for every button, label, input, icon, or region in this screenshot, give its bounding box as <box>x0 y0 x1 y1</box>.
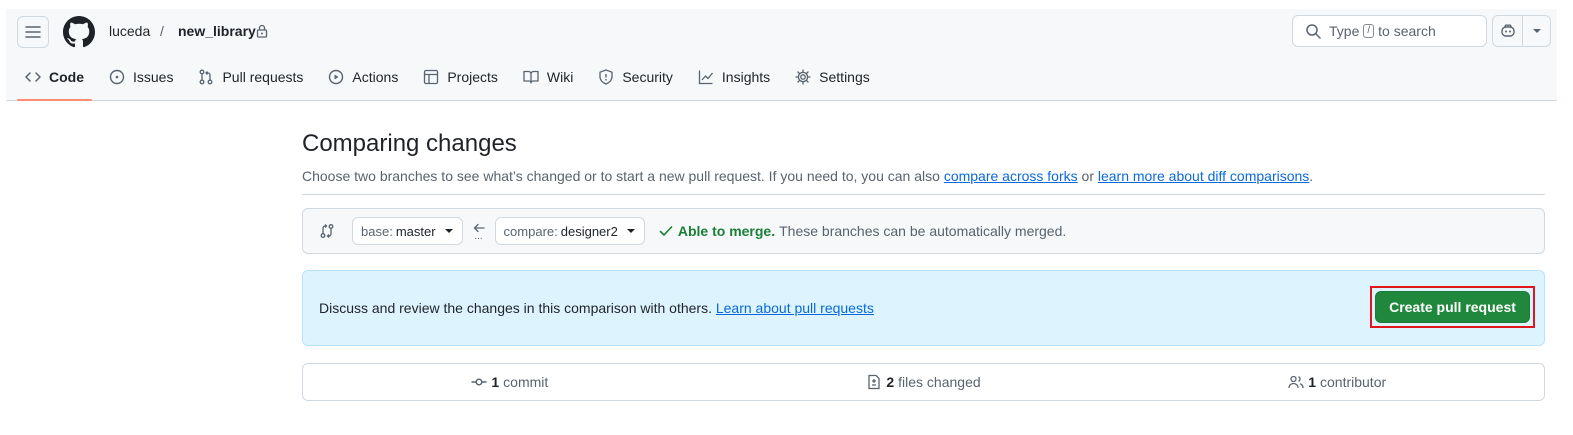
breadcrumb-owner[interactable]: luceda <box>109 23 150 39</box>
tab-issues-label: Issues <box>133 69 174 85</box>
breadcrumb-repo[interactable]: new_library <box>178 23 256 39</box>
hamburger-icon <box>25 26 41 38</box>
page-title: Comparing changes <box>302 130 517 157</box>
git-commit-icon <box>471 378 488 386</box>
files-count: 2 <box>886 374 895 390</box>
people-icon <box>1288 375 1304 389</box>
tab-insights[interactable]: Insights <box>690 60 778 94</box>
subtitle-end: . <box>1309 168 1314 184</box>
table-icon <box>424 69 439 85</box>
search-input[interactable]: Type / to search <box>1292 15 1487 47</box>
comparison-stats: 1 commit 2 files changed 1 contributor <box>302 363 1545 401</box>
git-compare-icon <box>320 224 334 238</box>
tab-settings-label: Settings <box>819 69 870 85</box>
repo-header: luceda / new_library Type / to search Co… <box>6 9 1557 101</box>
triangle-down-icon <box>444 229 453 233</box>
copilot-dropdown[interactable] <box>1523 16 1550 46</box>
page-subtitle: Choose two branches to see what’s change… <box>302 166 1545 195</box>
repo-nav-tabs: Code Issues Pull requests Actions Projec… <box>17 60 887 101</box>
compare-direction-icon: ... <box>463 222 495 242</box>
info-text: Discuss and review the changes in this c… <box>319 300 712 316</box>
files-label: files changed <box>898 374 981 390</box>
tab-issues[interactable]: Issues <box>101 60 181 94</box>
lock-icon <box>256 24 268 38</box>
subtitle-or: or <box>1081 168 1094 184</box>
issue-opened-icon <box>109 69 125 85</box>
tab-code-label: Code <box>49 69 84 85</box>
shield-icon <box>599 69 613 85</box>
search-icon <box>1306 24 1321 39</box>
triangle-down-icon <box>1532 29 1541 33</box>
tab-insights-label: Insights <box>721 69 771 85</box>
merge-status: Able to merge. These branches can be aut… <box>659 223 1066 239</box>
stat-files-changed[interactable]: 2 files changed <box>717 374 1131 390</box>
graph-icon <box>698 70 713 85</box>
git-pull-request-icon <box>200 69 213 85</box>
contributors-label: contributor <box>1320 374 1387 390</box>
code-icon <box>25 72 41 82</box>
learn-pull-requests-link[interactable]: Learn about pull requests <box>716 300 874 316</box>
tab-security-label: Security <box>622 69 673 85</box>
search-prefix: Type <box>1329 23 1360 39</box>
tab-settings[interactable]: Settings <box>787 60 878 94</box>
compare-branch-select[interactable]: compare: designer2 <box>494 217 645 245</box>
learn-diff-link[interactable]: learn more about diff comparisons <box>1098 168 1309 184</box>
tab-projects[interactable]: Projects <box>415 60 506 94</box>
copilot-icon <box>1500 24 1515 37</box>
create-pull-request-button[interactable]: Create pull request <box>1375 291 1530 323</box>
copilot-button-group <box>1492 15 1551 47</box>
tab-wiki-label: Wiki <box>546 69 574 85</box>
compare-prefix: compare: <box>503 223 558 239</box>
ellipsis-icon: ... <box>474 231 483 242</box>
check-icon <box>659 226 673 236</box>
stat-commits[interactable]: 1 commit <box>303 374 717 390</box>
menu-button[interactable] <box>17 16 49 48</box>
commits-count: 1 <box>491 374 500 390</box>
search-suffix: to search <box>1378 23 1436 39</box>
tab-pull-requests-label: Pull requests <box>222 69 304 85</box>
contributors-count: 1 <box>1308 374 1316 390</box>
file-diff-icon <box>868 374 880 390</box>
tab-actions[interactable]: Actions <box>320 60 406 94</box>
pull-request-info-box: Discuss and review the changes in this c… <box>302 270 1545 346</box>
tab-actions-label: Actions <box>352 69 399 85</box>
merge-status-label: Able to merge. <box>677 223 776 239</box>
base-branch-name: master <box>395 223 436 239</box>
tab-security[interactable]: Security <box>590 60 681 94</box>
tab-code[interactable]: Code <box>17 60 92 101</box>
merge-status-detail: These branches can be automatically merg… <box>779 223 1067 239</box>
play-icon <box>329 69 344 85</box>
breadcrumb-separator: / <box>160 23 164 39</box>
subtitle-text: Choose two branches to see what’s change… <box>302 168 940 184</box>
gear-icon <box>795 69 811 85</box>
create-pull-request-highlight: Create pull request <box>1370 286 1535 328</box>
search-shortcut-key: / <box>1363 24 1375 38</box>
compare-main: Comparing changes Choose two branches to… <box>302 128 1545 401</box>
compare-branch-name: designer2 <box>560 223 618 239</box>
stat-contributors[interactable]: 1 contributor <box>1130 374 1544 390</box>
tab-pull-requests[interactable]: Pull requests <box>190 60 311 94</box>
tab-projects-label: Projects <box>447 69 498 85</box>
triangle-down-icon <box>626 229 635 233</box>
book-icon <box>523 70 539 84</box>
tab-wiki[interactable]: Wiki <box>515 60 581 94</box>
base-prefix: base: <box>361 223 393 239</box>
github-logo-icon[interactable] <box>63 16 95 48</box>
range-editor: base: master ... compare: designer2 Able… <box>302 208 1545 254</box>
commits-label: commit <box>503 374 549 390</box>
base-branch-select[interactable]: base: master <box>352 217 463 245</box>
copilot-button[interactable] <box>1493 16 1523 46</box>
compare-forks-link[interactable]: compare across forks <box>944 168 1078 184</box>
